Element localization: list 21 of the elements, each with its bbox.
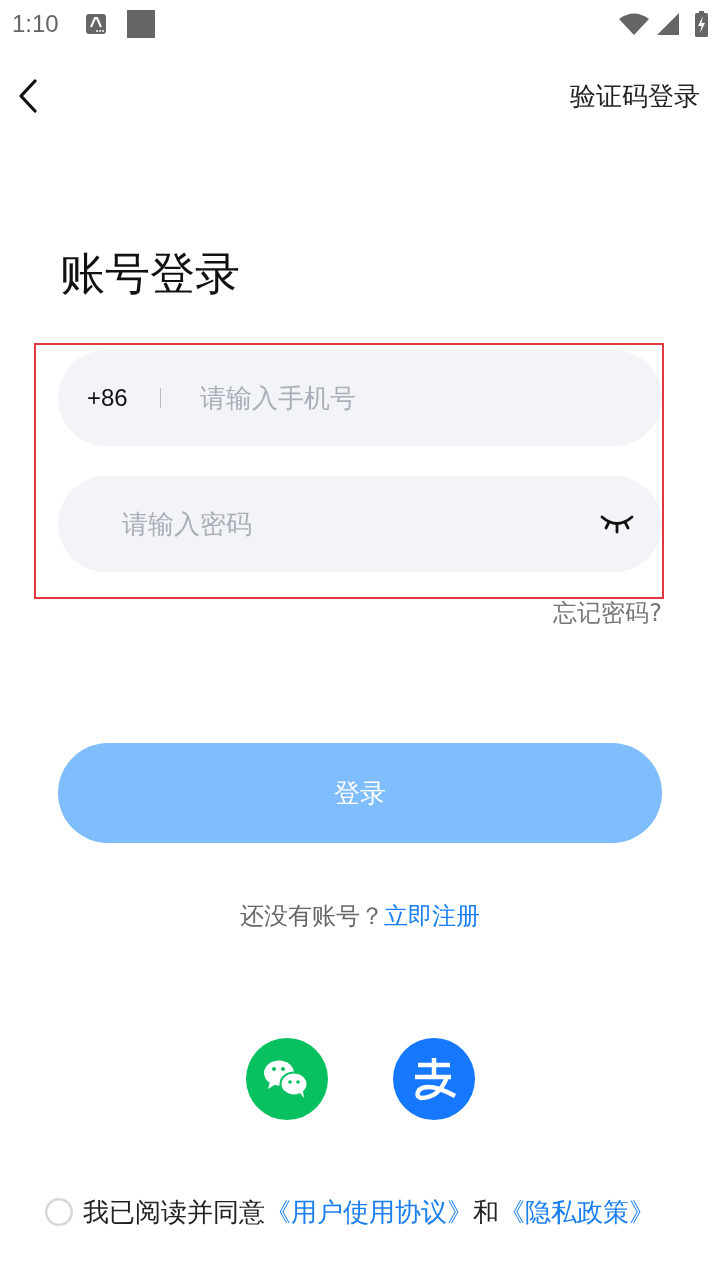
code-login-link[interactable]: 验证码登录 — [570, 79, 700, 113]
wifi-icon — [619, 13, 649, 35]
link[interactable]: 《隐私政策》 — [499, 1197, 655, 1227]
password-field[interactable]: 请输入密码 — [58, 476, 662, 572]
forgot-password-link[interactable]: 忘记密码? — [553, 599, 662, 627]
page-title: 账号登录 — [60, 246, 240, 302]
signal-icon — [657, 13, 679, 35]
link[interactable]: 立即注册 — [384, 902, 480, 930]
square-icon — [126, 10, 155, 38]
link[interactable]: 《用户使用协议》 — [265, 1197, 473, 1227]
status-time: 1:10 — [12, 10, 59, 38]
eye-closed-icon[interactable] — [600, 514, 634, 534]
agreement-checkbox[interactable] — [45, 1198, 73, 1226]
chat-bubbles-icon[interactable] — [245, 1038, 328, 1120]
register-prompt: 还没有账号？立即注册 — [240, 902, 480, 930]
battery-charging-icon — [695, 11, 708, 37]
logo-icon[interactable] — [392, 1038, 475, 1120]
back-icon[interactable] — [18, 79, 38, 113]
text-badge-icon — [85, 14, 106, 34]
agreement-text: 我已阅读并同意《用户使用协议》和《隐私政策》 — [83, 1196, 655, 1229]
country-code[interactable]: +86 — [87, 383, 128, 413]
